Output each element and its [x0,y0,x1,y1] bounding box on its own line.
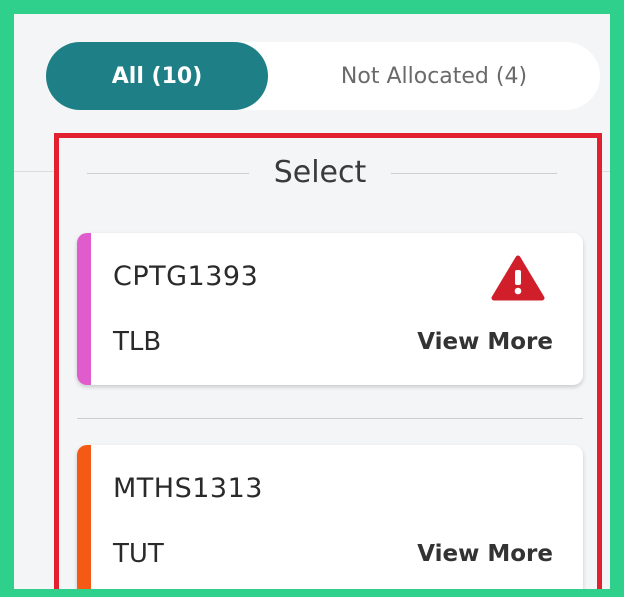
course-code: CPTG1393 [113,261,259,292]
divider [87,173,249,174]
view-more-link[interactable]: View More [417,541,553,567]
select-title: Select [273,155,367,190]
card-accent-bar [77,445,91,589]
filter-tabs: All (10) Not Allocated (4) [46,42,600,110]
warning-icon [491,255,545,301]
card-accent-bar [77,233,91,385]
select-section: Select CPTG1393 TLB View More MTHS1313 T… [54,133,602,589]
class-type: TUT [113,539,164,569]
course-code: MTHS1313 [113,473,263,504]
tab-not-allocated[interactable]: Not Allocated (4) [268,42,600,110]
course-card[interactable]: CPTG1393 TLB View More [77,233,583,385]
class-type: TLB [113,327,162,357]
divider [391,173,557,174]
divider [77,418,583,419]
view-more-link[interactable]: View More [417,329,553,355]
app-frame: All (10) Not Allocated (4) Select CPTG13… [0,0,624,597]
tab-all[interactable]: All (10) [46,42,268,110]
select-header: Select [59,153,597,193]
course-card[interactable]: MTHS1313 TUT View More [77,445,583,589]
